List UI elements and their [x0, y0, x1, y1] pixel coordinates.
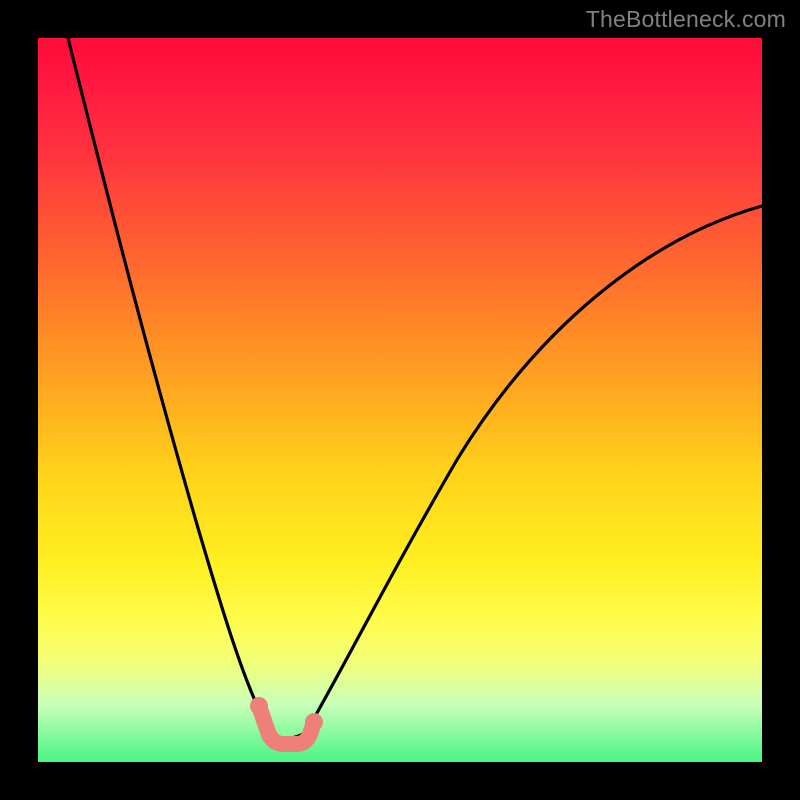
plot-area — [38, 38, 762, 762]
watermark-text: TheBottleneck.com — [586, 6, 786, 33]
optimal-range-marker — [38, 38, 762, 762]
chart-frame: TheBottleneck.com — [0, 0, 800, 800]
